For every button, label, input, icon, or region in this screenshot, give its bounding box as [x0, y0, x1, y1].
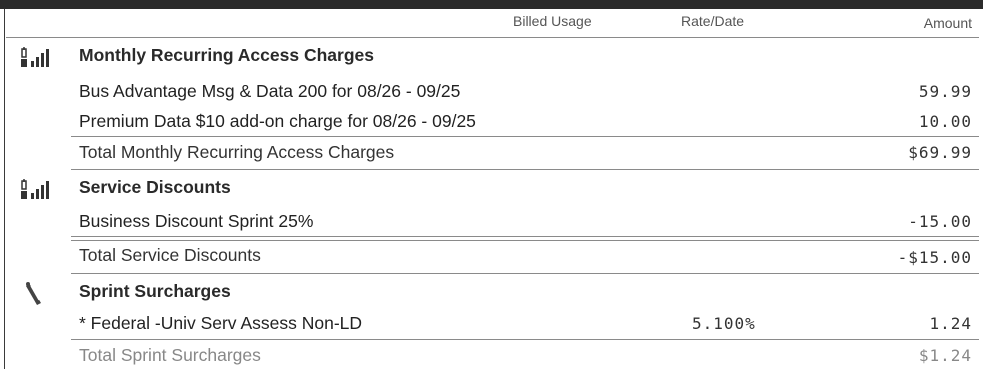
- signal-bars-icon: [19, 45, 57, 69]
- section-title: Service Discounts: [79, 177, 231, 197]
- item-amount: 1.24: [929, 314, 972, 333]
- paperclip-icon: [19, 281, 57, 305]
- total-amount: $1.24: [918, 346, 972, 365]
- line-item: Bus Advantage Msg & Data 200 for 08/26 -…: [0, 81, 983, 105]
- total-label: Total Sprint Surcharges: [79, 345, 261, 365]
- line-item: Business Discount Sprint 25% -15.00: [0, 211, 983, 235]
- total-label: Total Monthly Recurring Access Charges: [79, 142, 395, 162]
- item-amount: 59.99: [918, 82, 972, 101]
- item-label: Premium Data $10 add-on charge for 08/26…: [79, 111, 476, 131]
- header-billed-usage: Billed Usage: [513, 13, 592, 29]
- section-title: Monthly Recurring Access Charges: [79, 45, 374, 65]
- total-amount: $69.99: [908, 143, 972, 162]
- total-divider: [71, 339, 979, 340]
- total-divider: [71, 236, 979, 241]
- section-total: Total Monthly Recurring Access Charges $…: [0, 142, 983, 166]
- section-divider: [71, 273, 979, 274]
- line-item: * Federal -Univ Serv Assess Non-LD 5.100…: [0, 313, 983, 337]
- header-rate-date: Rate/Date: [681, 13, 745, 29]
- total-label: Total Service Discounts: [79, 245, 261, 265]
- item-label: * Federal -Univ Serv Assess Non-LD: [79, 313, 363, 333]
- item-amount: 10.00: [918, 112, 972, 131]
- total-divider: [71, 136, 979, 137]
- item-amount: -15.00: [908, 212, 972, 231]
- item-rate: 5.100%: [692, 314, 756, 333]
- item-label: Bus Advantage Msg & Data 200 for 08/26 -…: [79, 81, 461, 101]
- section-monthly-recurring: Monthly Recurring Access Charges: [0, 45, 983, 69]
- section-title: Sprint Surcharges: [79, 281, 231, 301]
- header-divider: [6, 37, 979, 38]
- section-sprint-surcharges: Sprint Surcharges: [0, 281, 983, 305]
- total-amount: -$15.00: [897, 248, 972, 267]
- top-bar: [0, 0, 983, 9]
- line-item: Premium Data $10 add-on charge for 08/26…: [0, 111, 983, 135]
- section-service-discounts: Service Discounts: [0, 177, 983, 201]
- signal-bars-icon: [19, 177, 57, 201]
- section-total: Total Sprint Surcharges $1.24: [0, 345, 983, 369]
- section-total: Total Service Discounts -$15.00: [0, 245, 983, 269]
- column-header: Billed Usage Rate/Date Amount: [0, 13, 983, 35]
- header-amount: Amount: [923, 15, 972, 31]
- item-label: Business Discount Sprint 25%: [79, 211, 314, 231]
- section-divider: [71, 169, 979, 170]
